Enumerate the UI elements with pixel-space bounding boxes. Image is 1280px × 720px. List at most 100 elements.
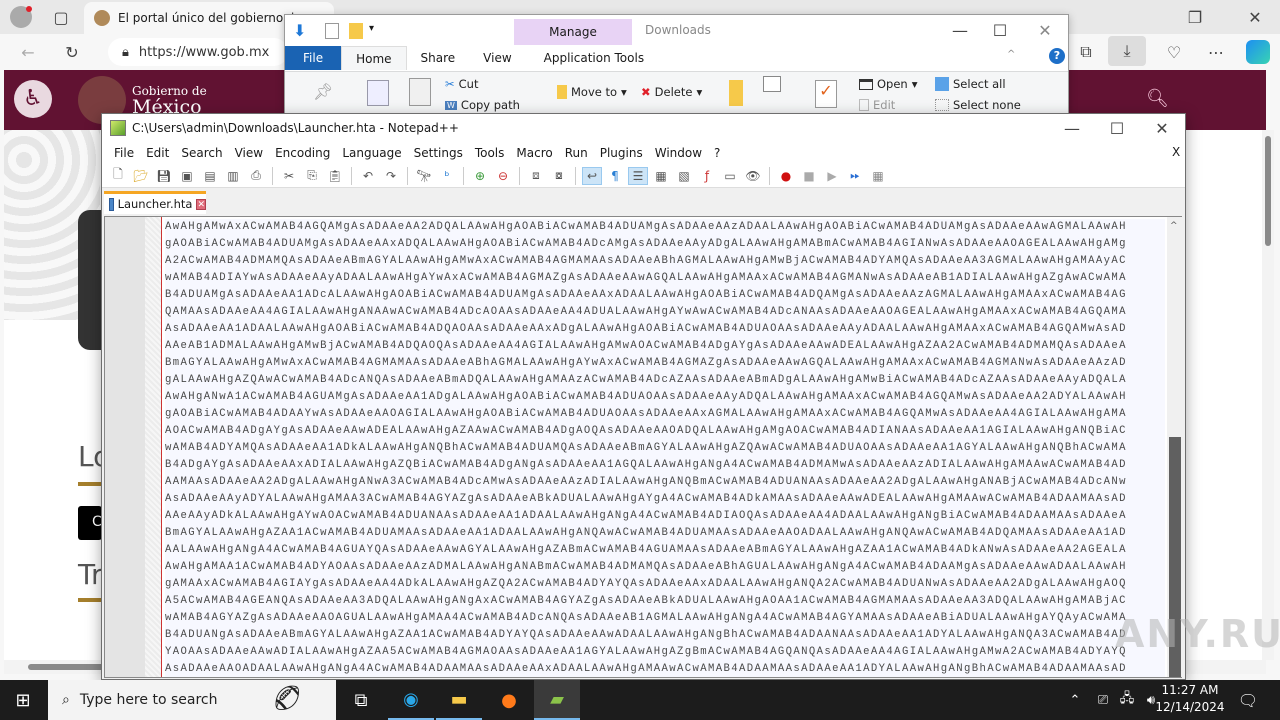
- close-document-button[interactable]: X: [1166, 145, 1186, 159]
- stop-recording-icon[interactable]: ■: [799, 167, 819, 185]
- menu-tools[interactable]: Tools: [469, 146, 511, 160]
- menu-settings[interactable]: Settings: [408, 146, 469, 160]
- find-icon[interactable]: 🔭︎: [414, 167, 434, 185]
- notepadpp-taskbar-icon[interactable]: ▰: [534, 680, 580, 720]
- zoom-out-icon[interactable]: ⊖: [493, 167, 513, 185]
- collapse-ribbon-icon[interactable]: ^: [1007, 49, 1015, 60]
- taskbar-clock[interactable]: 11:27 AM 12/14/2024: [1150, 682, 1230, 718]
- address-bar[interactable]: 🔒︎ https://www.gob.mx: [108, 38, 288, 66]
- edit-button[interactable]: Edit: [859, 98, 895, 112]
- npp-close-button[interactable]: ✕: [1147, 116, 1177, 140]
- menu-help[interactable]: ?: [708, 146, 726, 160]
- browser-essentials-icon[interactable]: ♡: [1160, 38, 1188, 66]
- help-icon[interactable]: ?: [1049, 48, 1065, 64]
- menu-encoding[interactable]: Encoding: [269, 146, 336, 160]
- properties-large-icon[interactable]: ✓: [815, 80, 837, 108]
- menu-search[interactable]: Search: [175, 146, 228, 160]
- accessibility-icon[interactable]: ♿︎: [14, 80, 52, 118]
- ribbon-tab-application-tools[interactable]: Application Tools: [530, 46, 658, 70]
- properties-icon[interactable]: [325, 23, 339, 39]
- open-button[interactable]: Open ▾: [859, 77, 918, 91]
- ribbon-tab-view[interactable]: View: [469, 46, 525, 70]
- select-none-button[interactable]: Select none: [935, 98, 1021, 112]
- show-hidden-icons-chevron[interactable]: ⌃: [1060, 680, 1090, 720]
- menu-plugins[interactable]: Plugins: [594, 146, 649, 160]
- npp-maximize-button[interactable]: ☐: [1102, 116, 1132, 140]
- section-button[interactable]: C: [78, 506, 102, 540]
- run-multiple-icon[interactable]: ⏩︎: [845, 167, 865, 185]
- function-list-icon[interactable]: ƒ: [697, 167, 717, 185]
- edge-taskbar-icon[interactable]: ◉: [388, 680, 434, 720]
- cut-button[interactable]: ✂ Cut: [445, 77, 478, 91]
- show-all-characters-icon[interactable]: ¶: [605, 167, 625, 185]
- explorer-maximize-button[interactable]: ☐: [985, 19, 1015, 41]
- document-tab[interactable]: Launcher.hta ✕: [104, 191, 206, 214]
- cut-icon[interactable]: ✂: [279, 167, 299, 185]
- print-icon[interactable]: ⎙: [246, 167, 266, 185]
- start-button[interactable]: ⊞: [0, 680, 46, 720]
- open-file-icon[interactable]: 📂︎: [131, 167, 151, 185]
- menu-window[interactable]: Window: [649, 146, 708, 160]
- pin-to-quick-access-icon[interactable]: 📌︎: [313, 82, 333, 101]
- zoom-in-icon[interactable]: ⊕: [470, 167, 490, 185]
- undo-icon[interactable]: ↶: [358, 167, 378, 185]
- scroll-up-icon[interactable]: ^: [1170, 221, 1178, 231]
- tab-actions-icon[interactable]: ▢: [50, 6, 72, 28]
- browser-restore-button[interactable]: ❐: [1180, 4, 1210, 30]
- select-all-button[interactable]: Select all: [935, 77, 1006, 91]
- ribbon-tab-share[interactable]: Share: [407, 46, 470, 70]
- menu-view[interactable]: View: [229, 146, 269, 160]
- close-file-icon[interactable]: ▤: [200, 167, 220, 185]
- code-text[interactable]: AwAHgAMwAxACwAMAB4AGQAMgAsADAAeAA2ADQALA…: [165, 219, 1165, 677]
- editor[interactable]: AwAHgAMwAxACwAMAB4AGQAMgAsADAAeAA2ADQALA…: [104, 216, 1182, 678]
- save-icon[interactable]: 💾︎: [154, 167, 174, 185]
- npp-minimize-button[interactable]: —: [1057, 116, 1087, 140]
- copy-icon[interactable]: ⎘: [302, 167, 322, 185]
- copy-path-button[interactable]: W Copy path: [445, 98, 520, 112]
- udl-icon[interactable]: ▦: [651, 167, 671, 185]
- menu-run[interactable]: Run: [559, 146, 594, 160]
- explorer-close-button[interactable]: ✕: [1030, 19, 1060, 41]
- playback-icon[interactable]: ▶: [822, 167, 842, 185]
- move-to-button[interactable]: Move to ▾: [557, 85, 627, 99]
- sync-horizontal-icon[interactable]: ⧇: [549, 167, 569, 185]
- camera-icon[interactable]: ⎚: [1090, 680, 1116, 720]
- folder-as-workspace-icon[interactable]: ▭: [720, 167, 740, 185]
- indent-guide-icon[interactable]: ☰: [628, 166, 648, 185]
- copy-to-icon[interactable]: [763, 76, 781, 92]
- quick-access-down-icon[interactable]: ⬇: [293, 21, 306, 40]
- scrollbar-thumb[interactable]: [1265, 136, 1271, 246]
- record-macro-icon[interactable]: ●: [776, 167, 796, 185]
- sync-vertical-icon[interactable]: ⧈: [526, 167, 546, 185]
- file-explorer-taskbar-icon[interactable]: ▬: [436, 680, 482, 720]
- monitoring-icon[interactable]: 👁︎: [743, 167, 763, 185]
- browser-vertical-scrollbar[interactable]: [1262, 130, 1274, 660]
- menu-language[interactable]: Language: [336, 146, 407, 160]
- tab-close-icon[interactable]: ✕: [196, 198, 206, 210]
- word-wrap-icon[interactable]: ↩: [582, 166, 602, 185]
- notification-center-icon[interactable]: 🗨︎: [1228, 680, 1268, 720]
- menu-file[interactable]: File: [108, 146, 140, 160]
- menu-macro[interactable]: Macro: [510, 146, 558, 160]
- save-all-icon[interactable]: ▣: [177, 167, 197, 185]
- copilot-icon[interactable]: [1246, 40, 1270, 64]
- browser-close-button[interactable]: ✕: [1240, 4, 1270, 30]
- collections-icon[interactable]: ⧉: [1072, 38, 1100, 66]
- site-search-icon[interactable]: 🔍︎: [1146, 88, 1169, 109]
- task-view-icon[interactable]: ⧉: [338, 680, 384, 720]
- back-button[interactable]: ←: [16, 40, 40, 64]
- explorer-minimize-button[interactable]: —: [945, 19, 975, 41]
- ribbon-tab-file[interactable]: File: [285, 46, 342, 70]
- ribbon-tab-home[interactable]: Home: [341, 46, 407, 70]
- new-folder-icon[interactable]: [349, 23, 363, 39]
- firefox-taskbar-icon[interactable]: ●: [486, 680, 532, 720]
- close-all-icon[interactable]: ▥: [223, 167, 243, 185]
- new-folder-large-icon[interactable]: [729, 80, 743, 106]
- menu-edit[interactable]: Edit: [140, 146, 175, 160]
- customize-qat-icon[interactable]: ▾: [369, 23, 374, 34]
- new-file-icon[interactable]: 🗋: [108, 167, 128, 185]
- taskbar-search[interactable]: ⌕ Type here to search 🏈︎: [48, 680, 336, 720]
- paste-icon[interactable]: 📋︎: [325, 167, 345, 185]
- network-icon[interactable]: 🖧︎: [1114, 680, 1140, 720]
- refresh-button[interactable]: ↻: [60, 40, 84, 64]
